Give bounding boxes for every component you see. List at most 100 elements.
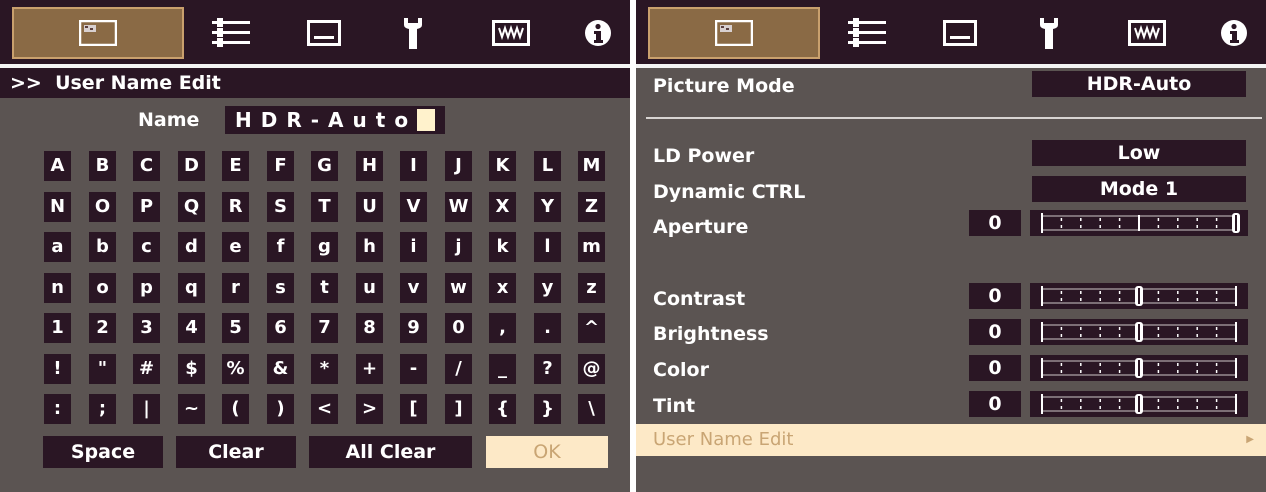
key-button[interactable]: *	[311, 354, 338, 384]
key-button[interactable]: &	[267, 354, 294, 384]
key-button[interactable]: p	[133, 273, 160, 303]
key-button[interactable]: a	[44, 232, 71, 262]
key-button[interactable]: t	[311, 273, 338, 303]
tab-picture[interactable]	[648, 7, 820, 59]
tab-info[interactable]	[1204, 7, 1264, 59]
key-button[interactable]: /	[445, 354, 472, 384]
key-button[interactable]: W	[445, 192, 472, 222]
key-button[interactable]: S	[267, 192, 294, 222]
key-button[interactable]: u	[356, 273, 383, 303]
tab-display[interactable]	[294, 7, 354, 59]
key-button[interactable]: q	[178, 273, 205, 303]
key-button[interactable]: <	[311, 394, 338, 424]
tab-display[interactable]	[930, 7, 990, 59]
key-button[interactable]: G	[311, 151, 338, 181]
key-button[interactable]: 7	[311, 313, 338, 343]
name-input[interactable]: HDR-Auto	[225, 106, 445, 134]
key-button[interactable]: J	[445, 151, 472, 181]
key-button[interactable]: A	[44, 151, 71, 181]
key-button[interactable]: 5	[222, 313, 249, 343]
key-button[interactable]: :	[44, 394, 71, 424]
tab-picture[interactable]	[12, 7, 184, 59]
key-button[interactable]: X	[489, 192, 516, 222]
key-button[interactable]: y	[534, 273, 561, 303]
key-button[interactable]: M	[578, 151, 605, 181]
key-button[interactable]: 9	[400, 313, 427, 343]
key-button[interactable]: $	[178, 354, 205, 384]
key-button[interactable]: h	[356, 232, 383, 262]
tab-adjust[interactable]	[196, 7, 266, 59]
key-button[interactable]: )	[267, 394, 294, 424]
brightness-slider[interactable]	[1030, 319, 1248, 345]
key-button[interactable]: Y	[534, 192, 561, 222]
key-button[interactable]: P	[133, 192, 160, 222]
key-button[interactable]: 1	[44, 313, 71, 343]
key-button[interactable]: 0	[445, 313, 472, 343]
ok-button[interactable]: OK	[486, 436, 608, 468]
key-button[interactable]: c	[133, 232, 160, 262]
key-button[interactable]: o	[89, 273, 116, 303]
key-button[interactable]: 2	[89, 313, 116, 343]
key-button[interactable]: v	[400, 273, 427, 303]
key-button[interactable]: "	[89, 354, 116, 384]
tint-slider[interactable]	[1030, 391, 1248, 417]
key-button[interactable]: ;	[89, 394, 116, 424]
tab-keystone[interactable]	[476, 7, 546, 59]
key-button[interactable]: n	[44, 273, 71, 303]
key-button[interactable]: R	[222, 192, 249, 222]
key-button[interactable]: 6	[267, 313, 294, 343]
key-button[interactable]: ]	[445, 394, 472, 424]
key-button[interactable]: s	[267, 273, 294, 303]
key-button[interactable]: z	[578, 273, 605, 303]
key-button[interactable]: j	[445, 232, 472, 262]
key-button[interactable]: ?	[534, 354, 561, 384]
key-button[interactable]: N	[44, 192, 71, 222]
key-button[interactable]: V	[400, 192, 427, 222]
key-button[interactable]: #	[133, 354, 160, 384]
tab-setup[interactable]	[1019, 7, 1079, 59]
key-button[interactable]: (	[222, 394, 249, 424]
key-button[interactable]: B	[89, 151, 116, 181]
key-button[interactable]: [	[400, 394, 427, 424]
key-button[interactable]: \	[578, 394, 605, 424]
key-button[interactable]: r	[222, 273, 249, 303]
key-button[interactable]: {	[489, 394, 516, 424]
tab-setup[interactable]	[383, 7, 443, 59]
key-button[interactable]: H	[356, 151, 383, 181]
tab-adjust[interactable]	[832, 7, 902, 59]
key-button[interactable]: f	[267, 232, 294, 262]
key-button[interactable]: I	[400, 151, 427, 181]
key-button[interactable]: b	[89, 232, 116, 262]
key-button[interactable]: |	[133, 394, 160, 424]
key-button[interactable]: D	[178, 151, 205, 181]
key-button[interactable]: .	[534, 313, 561, 343]
key-button[interactable]: ~	[178, 394, 205, 424]
key-button[interactable]: K	[489, 151, 516, 181]
key-button[interactable]: 8	[356, 313, 383, 343]
tab-keystone[interactable]	[1112, 7, 1182, 59]
key-button[interactable]: C	[133, 151, 160, 181]
color-slider[interactable]	[1030, 355, 1248, 381]
dynamic-ctrl-value[interactable]: Mode 1	[1032, 176, 1246, 202]
key-button[interactable]: ^	[578, 313, 605, 343]
key-button[interactable]: O	[89, 192, 116, 222]
key-button[interactable]: %	[222, 354, 249, 384]
key-button[interactable]: Z	[578, 192, 605, 222]
user-name-edit-item[interactable]: User Name Edit ▶	[636, 424, 1266, 456]
key-button[interactable]: E	[222, 151, 249, 181]
key-button[interactable]: F	[267, 151, 294, 181]
key-button[interactable]: +	[356, 354, 383, 384]
key-button[interactable]: !	[44, 354, 71, 384]
key-button[interactable]: w	[445, 273, 472, 303]
aperture-slider[interactable]	[1030, 210, 1248, 236]
key-button[interactable]: d	[178, 232, 205, 262]
key-button[interactable]: k	[489, 232, 516, 262]
key-button[interactable]: x	[489, 273, 516, 303]
key-button[interactable]: -	[400, 354, 427, 384]
key-button[interactable]: ,	[489, 313, 516, 343]
picture-mode-value[interactable]: HDR-Auto	[1032, 71, 1246, 97]
clear-button[interactable]: Clear	[176, 436, 296, 468]
key-button[interactable]: 3	[133, 313, 160, 343]
key-button[interactable]: m	[578, 232, 605, 262]
key-button[interactable]: 4	[178, 313, 205, 343]
